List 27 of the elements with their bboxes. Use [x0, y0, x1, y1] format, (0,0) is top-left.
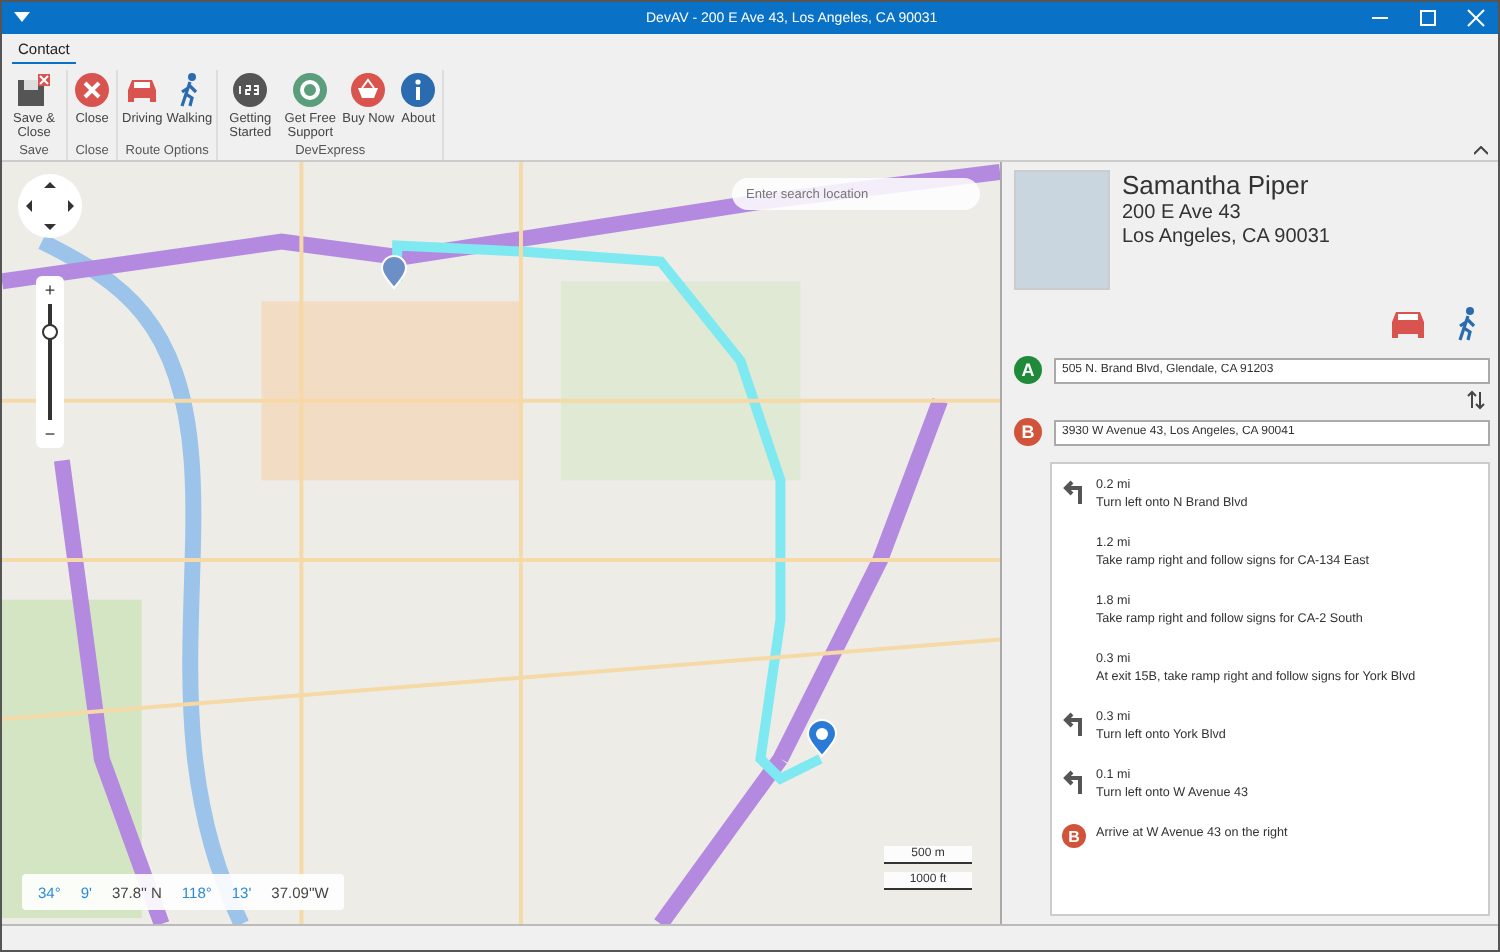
quick-access-icon[interactable] [14, 12, 30, 24]
collapse-ribbon-icon[interactable] [1474, 146, 1488, 156]
numbers-icon [232, 72, 269, 108]
start-marker: A [1014, 356, 1042, 384]
zoom-thumb[interactable] [42, 323, 58, 340]
turn-left-icon [1062, 708, 1086, 736]
swap-icon[interactable] [1466, 390, 1486, 410]
floppy-disk-icon [16, 72, 52, 108]
info-icon [400, 72, 437, 108]
zoom-in-button[interactable]: + [44, 280, 56, 300]
car-icon[interactable] [1390, 308, 1426, 340]
address-text: 200 E Ave 43 [1122, 202, 1243, 224]
destination-marker: B [1014, 418, 1042, 446]
maximize-icon[interactable] [1418, 8, 1438, 28]
zoom-out-button[interactable]: − [44, 424, 56, 444]
address-text: Los Angeles, CA 90031 [1122, 226, 1330, 248]
close-icon [74, 72, 110, 108]
lifebuoy-icon [292, 72, 329, 108]
map-pin-icon [380, 254, 408, 290]
basket-icon [350, 72, 387, 108]
photo-placeholder [1014, 170, 1110, 290]
turn-left-icon [1062, 766, 1086, 794]
contact-name: Samantha Piper [1122, 170, 1311, 200]
turn-left-icon [1062, 476, 1086, 504]
destination-marker: B [1062, 824, 1086, 848]
map-pin-icon [806, 718, 838, 758]
close-icon[interactable] [1466, 8, 1486, 28]
